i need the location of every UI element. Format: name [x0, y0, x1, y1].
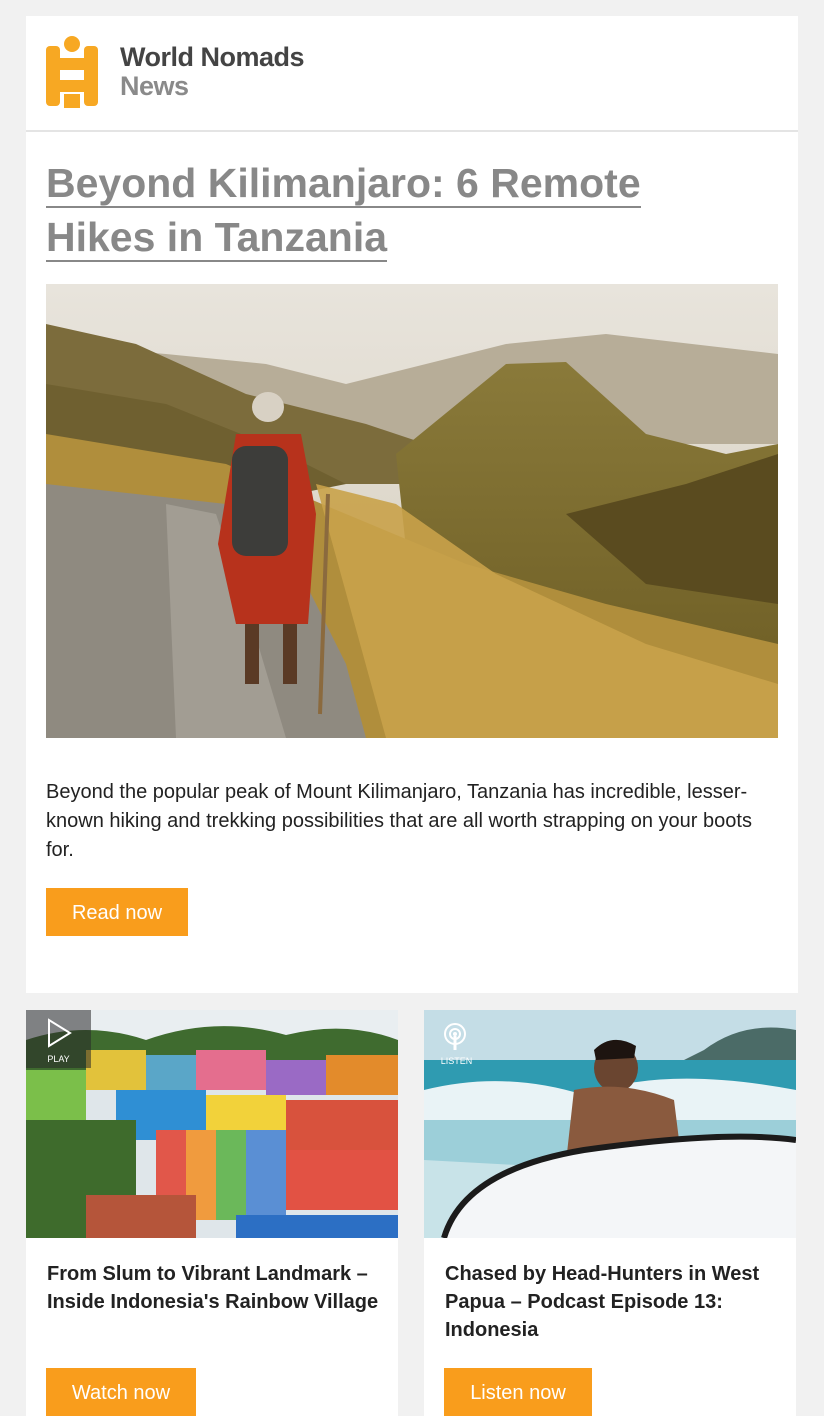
hiker-illustration	[46, 284, 778, 738]
rainbow-village-image[interactable]: PLAY	[26, 1010, 398, 1238]
watch-now-button[interactable]: Watch now	[46, 1368, 196, 1416]
video-tile: PLAY From Slum to Vibrant Landmark – Ins…	[26, 1010, 398, 1416]
newsletter-main-card: World Nomads News Beyond Kilimanjaro: 6 …	[26, 16, 798, 993]
play-badge[interactable]: PLAY	[26, 1010, 91, 1068]
surfer-image[interactable]: LISTEN	[424, 1010, 796, 1238]
brand-name: World Nomads	[120, 42, 305, 72]
feature-description: Beyond the popular peak of Mount Kiliman…	[46, 781, 752, 861]
listen-badge[interactable]: LISTEN	[432, 1018, 492, 1072]
listen-label: LISTEN	[440, 1056, 473, 1066]
brand-subtitle: News	[120, 71, 189, 101]
world-nomads-logo[interactable]	[46, 36, 98, 108]
tile-title[interactable]: Chased by Head-Hunters in West Papua – P…	[445, 1260, 785, 1344]
tile-title[interactable]: From Slum to Vibrant Landmark – Inside I…	[47, 1260, 387, 1316]
play-label: PLAY	[47, 1054, 70, 1064]
read-now-button[interactable]: Read now	[46, 888, 188, 936]
podcast-tile: LISTEN Chased by Head-Hunters in West Pa…	[424, 1010, 796, 1416]
newsletter-header: World Nomads News	[26, 16, 798, 132]
feature-headline: Beyond Kilimanjaro: 6 Remote Hikes in Ta…	[46, 156, 746, 264]
feature-headline-link[interactable]: Beyond Kilimanjaro: 6 Remote Hikes in Ta…	[46, 160, 641, 262]
feature-hero-image[interactable]	[46, 284, 778, 738]
listen-now-button[interactable]: Listen now	[444, 1368, 592, 1416]
podcast-icon	[444, 1023, 466, 1050]
play-icon	[48, 1018, 72, 1048]
